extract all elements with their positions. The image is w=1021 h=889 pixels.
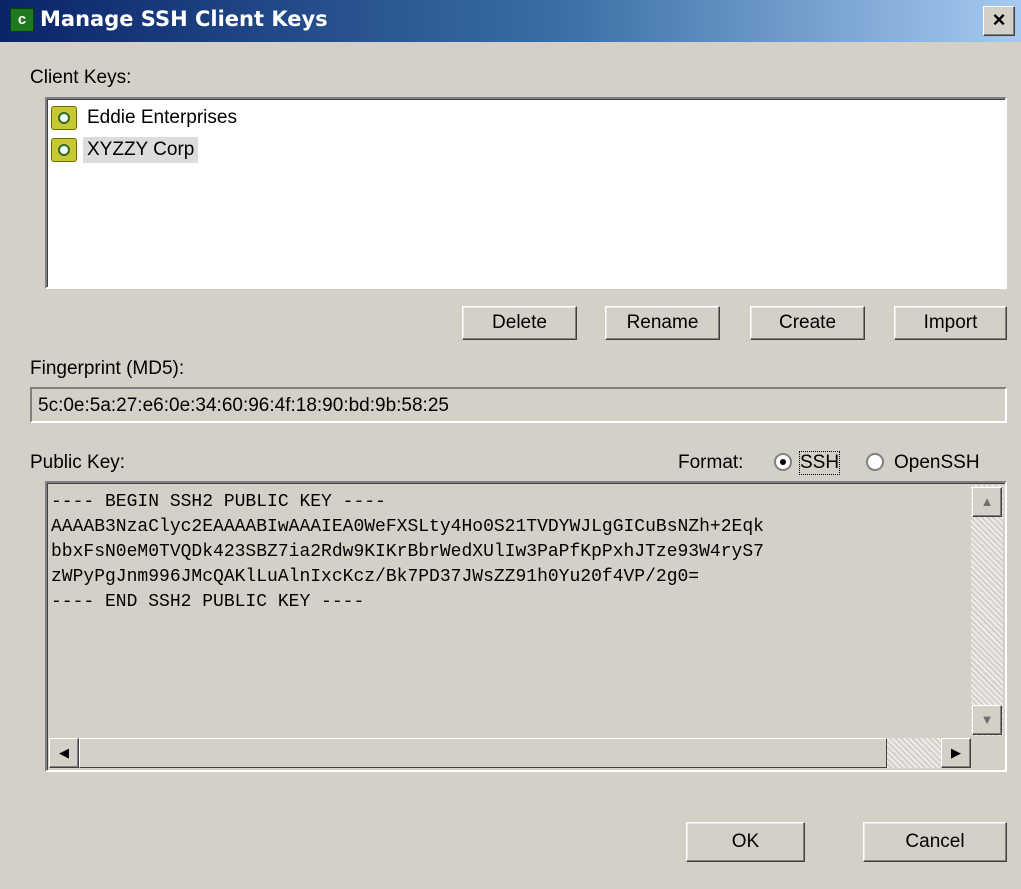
close-button[interactable]: × xyxy=(983,6,1015,36)
scroll-thumb[interactable] xyxy=(79,738,887,768)
format-ssh-radio[interactable] xyxy=(774,453,792,471)
title-bar: c Manage SSH Client Keys × xyxy=(0,0,1021,42)
format-openssh-radio[interactable] xyxy=(866,453,884,471)
public-key-text: ---- BEGIN SSH2 PUBLIC KEY ---- AAAAB3Nza… xyxy=(51,492,764,612)
cancel-button[interactable]: Cancel xyxy=(863,822,1007,862)
public-key-label: Public Key: xyxy=(30,452,126,473)
format-label: Format: xyxy=(678,452,744,473)
delete-button[interactable]: Delete xyxy=(462,306,577,340)
scroll-corner xyxy=(971,736,1003,768)
client-keys-list[interactable]: Eddie Enterprises XYZZY Corp xyxy=(45,97,1007,289)
scroll-track[interactable] xyxy=(887,738,941,768)
app-icon: c xyxy=(10,8,34,32)
vertical-scrollbar[interactable]: ▲ ▼ xyxy=(971,485,1003,737)
fingerprint-field: 5c:0e:5a:27:e6:0e:34:60:96:4f:18:90:bd:9… xyxy=(30,387,1007,423)
format-openssh-label[interactable]: OpenSSH xyxy=(894,452,980,474)
scroll-down-icon[interactable]: ▼ xyxy=(972,705,1002,735)
scroll-up-icon[interactable]: ▲ xyxy=(972,487,1002,517)
list-item-xyzzy-corp[interactable]: XYZZY Corp xyxy=(51,135,199,165)
import-button[interactable]: Import xyxy=(894,306,1007,340)
scroll-right-icon[interactable]: ▶ xyxy=(941,738,971,768)
list-item-eddie-enterprises[interactable]: Eddie Enterprises xyxy=(51,103,241,133)
horizontal-scrollbar[interactable]: ◀ ▶ xyxy=(49,738,971,768)
window-title: Manage SSH Client Keys xyxy=(40,7,328,31)
format-ssh-label[interactable]: SSH xyxy=(798,451,841,475)
client-keys-label: Client Keys: xyxy=(30,67,132,88)
list-item-label: Eddie Enterprises xyxy=(87,107,237,128)
ok-button[interactable]: OK xyxy=(686,822,805,862)
fingerprint-label: Fingerprint (MD5): xyxy=(30,358,185,379)
key-icon xyxy=(51,106,77,130)
key-icon xyxy=(51,138,77,162)
rename-button[interactable]: Rename xyxy=(605,306,720,340)
create-button[interactable]: Create xyxy=(750,306,865,340)
list-item-label: XYZZY Corp xyxy=(83,137,199,163)
scroll-left-icon[interactable]: ◀ xyxy=(49,738,79,768)
public-key-textarea[interactable]: ---- BEGIN SSH2 PUBLIC KEY ---- AAAAB3Nza… xyxy=(45,481,1007,772)
